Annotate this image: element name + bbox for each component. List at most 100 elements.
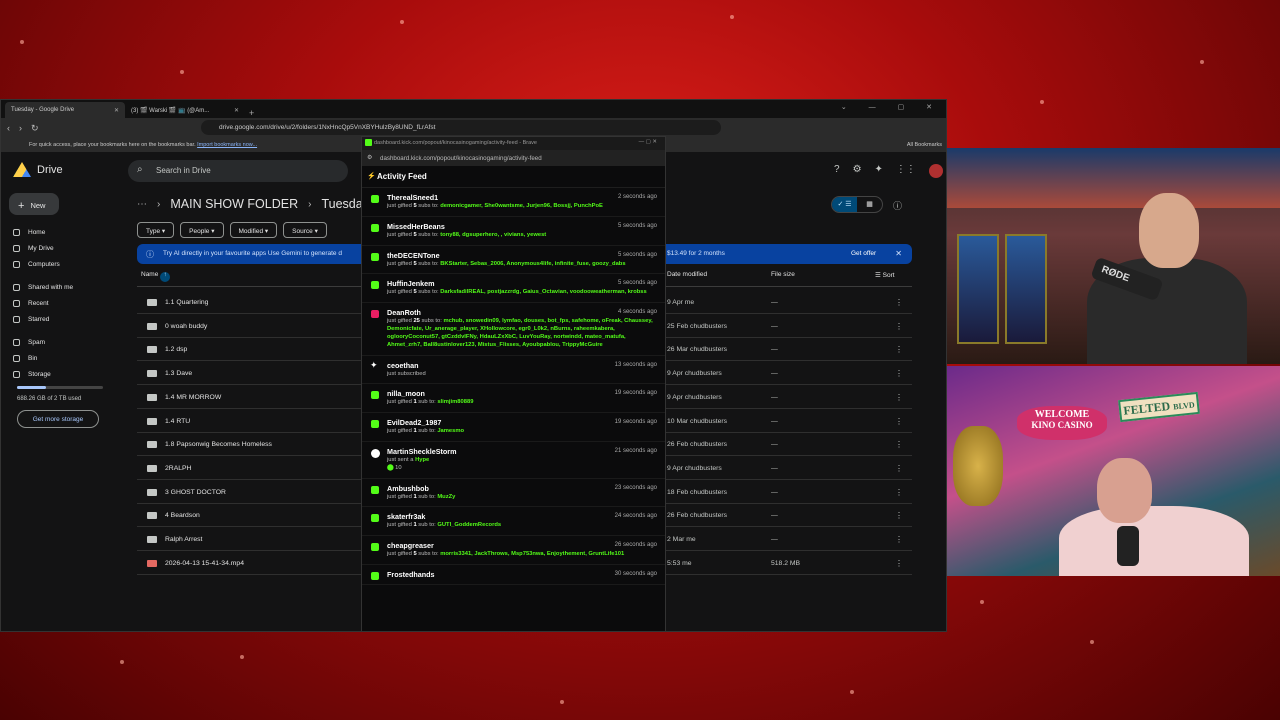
folder-icon [147, 322, 157, 330]
back-icon[interactable]: ‹ [7, 123, 10, 133]
list-view-icon[interactable]: ✓ ☰ [832, 197, 857, 212]
event-description: just gifted 5 subs to: demonicgamer, She… [387, 203, 657, 211]
feed-event: DeanRoth 4 seconds ago just gifted 25 subs… [362, 303, 665, 356]
sort-button[interactable]: ☰ Sort [875, 271, 895, 279]
get-offer-button[interactable]: Get offer [851, 250, 876, 257]
site-settings-icon[interactable]: ⚙ [367, 154, 373, 161]
more-vert-icon[interactable]: ⋮ [895, 345, 903, 354]
filter-source[interactable]: Source ▾ [283, 222, 327, 238]
new-button[interactable]: + New [9, 193, 59, 215]
sidebar-item-spam[interactable]: Spam [13, 339, 123, 346]
sidebar-item-starred[interactable]: Starred [13, 316, 123, 323]
column-file-size[interactable]: File size [771, 271, 795, 278]
sidebar-item-label: Bin [28, 355, 38, 362]
filter-people[interactable]: People ▾ [180, 222, 224, 238]
sidebar-item-home[interactable]: Home [13, 229, 123, 236]
event-suffix: subs to: [418, 289, 439, 296]
feed-url-bar[interactable]: ⚙ dashboard.kick.com/popout/kinocasinogam… [362, 150, 665, 166]
close-icon[interactable]: ✕ [895, 249, 902, 258]
more-vert-icon[interactable]: ⋮ [895, 559, 903, 568]
forward-icon[interactable]: › [19, 123, 22, 133]
file-date: 9 Apr chudbusters [667, 464, 722, 472]
all-bookmarks[interactable]: All Bookmarks [907, 142, 942, 148]
reload-icon[interactable]: ↻ [31, 123, 39, 134]
more-vert-icon[interactable]: ⋮ [895, 417, 903, 426]
event-username[interactable]: HuffinJenkem [387, 279, 657, 288]
event-username[interactable]: theDECENTone [387, 251, 657, 260]
sidebar-item-label: My Drive [28, 245, 54, 252]
info-icon[interactable]: ⓘ [893, 199, 902, 212]
more-vert-icon[interactable]: ⋮ [895, 511, 903, 520]
event-action: just gifted [387, 522, 412, 529]
gift-icon [371, 543, 379, 552]
file-date: 25 Feb chudbusters [667, 322, 728, 330]
folder-icon [147, 488, 157, 496]
close-icon[interactable]: ✕ [234, 107, 239, 114]
event-recipients: tony88, dgsuperhero, , vivians, yewest [440, 231, 547, 238]
more-vert-icon[interactable]: ⋮ [895, 488, 903, 497]
sidebar-item-shared[interactable]: Shared with me [13, 284, 123, 291]
feed-event: MissedHerBeans 5 seconds ago just gifted 5… [362, 217, 665, 246]
webcam-top: RØDE [947, 148, 1280, 364]
get-storage-button[interactable]: Get more storage [17, 410, 99, 428]
event-username[interactable]: TherealSneed1 [387, 193, 657, 202]
view-toggle[interactable]: ✓ ☰ ▦ [831, 196, 883, 213]
help-icon[interactable]: ? [834, 164, 840, 178]
event-time: 19 seconds ago [614, 390, 657, 397]
feed-event: MartinSheckleStorm 21 seconds ago just sen… [362, 442, 665, 479]
sidebar-item-recent[interactable]: Recent [13, 300, 123, 307]
feed-event: nilla_moon 19 seconds ago just gifted 1 su… [362, 384, 665, 414]
tab-warski[interactable]: (3) 🎬 Warski 🎬 📺 (@Am... ✕ [125, 102, 245, 118]
more-vert-icon[interactable]: ⋮ [895, 393, 903, 402]
gift-icon [371, 485, 379, 494]
breadcrumb-parent[interactable]: MAIN SHOW FOLDER [170, 197, 298, 211]
home-icon [13, 229, 20, 236]
hype-value: 10 [395, 464, 402, 471]
event-action: just subscribed [387, 370, 426, 377]
close-icon[interactable]: ✕ [114, 107, 119, 114]
sidebar-item-computers[interactable]: Computers [13, 261, 123, 268]
drive-search-input[interactable]: ⌕ Search in Drive [128, 160, 348, 182]
sidebar-item-my-drive[interactable]: My Drive [13, 245, 123, 252]
window-controls[interactable]: — ▢ ✕ [639, 139, 657, 145]
feed-event: Ambushbob 23 seconds ago just gifted 1 sub… [362, 479, 665, 508]
folder-icon [147, 441, 157, 449]
column-date-modified[interactable]: Date modified [667, 271, 707, 278]
sidebar-item-label: Computers [28, 261, 60, 268]
feed-event: cheapgreaser 26 seconds ago just gifted 5 … [362, 536, 665, 565]
info-icon: ⓘ [146, 250, 154, 259]
gear-icon[interactable]: ⚙ [853, 164, 862, 178]
event-action: just gifted [387, 289, 412, 296]
sidebar-item-bin[interactable]: Bin [13, 355, 123, 362]
apps-grid-icon[interactable]: ⋮⋮ [896, 164, 916, 178]
folder-icon [147, 393, 157, 401]
sign-welcome: WELCOME [1034, 409, 1090, 420]
import-bookmarks-link[interactable]: Import bookmarks now... [197, 142, 257, 148]
hype-icon [371, 448, 380, 458]
folder-icon [147, 346, 157, 354]
filter-modified[interactable]: Modified ▾ [229, 222, 278, 238]
drive-logo[interactable]: Drive [13, 162, 63, 177]
more-vert-icon[interactable]: ⋮ [895, 440, 903, 449]
event-recipients: BKStarter, Sebas_2006, Anonymous4life, i… [440, 260, 626, 267]
more-vert-icon[interactable]: ⋮ [895, 298, 903, 307]
tab-google-drive[interactable]: Tuesday - Google Drive ✕ [5, 102, 125, 118]
window-controls[interactable]: ⌄ — ▢ ✕ [841, 103, 942, 111]
column-name[interactable]: Name ↑ [141, 271, 171, 282]
new-tab-icon[interactable]: + [249, 108, 254, 118]
event-description: just gifted 5 subs to: tony88, dgsuperhe… [387, 232, 657, 240]
gemini-icon[interactable]: ✦ [875, 164, 883, 178]
more-vert-icon[interactable]: ⋮ [895, 535, 903, 544]
more-vert-icon[interactable]: ⋮ [895, 464, 903, 473]
more-vert-icon[interactable]: ⋮ [895, 322, 903, 331]
more-icon[interactable]: ⋯ [137, 199, 147, 210]
avatar[interactable] [928, 164, 943, 178]
grid-view-icon[interactable]: ▦ [857, 197, 882, 212]
event-username[interactable]: MissedHerBeans [387, 222, 657, 231]
filter-type[interactable]: Type ▾ [137, 222, 175, 238]
more-vert-icon[interactable]: ⋮ [895, 369, 903, 378]
url-field[interactable]: drive.google.com/drive/u/2/folders/1NxHn… [201, 120, 721, 135]
file-name: 1.4 MR MORROW [165, 393, 222, 401]
sidebar-item-storage[interactable]: Storage [13, 371, 123, 378]
event-username[interactable]: DeanRoth [387, 308, 657, 317]
